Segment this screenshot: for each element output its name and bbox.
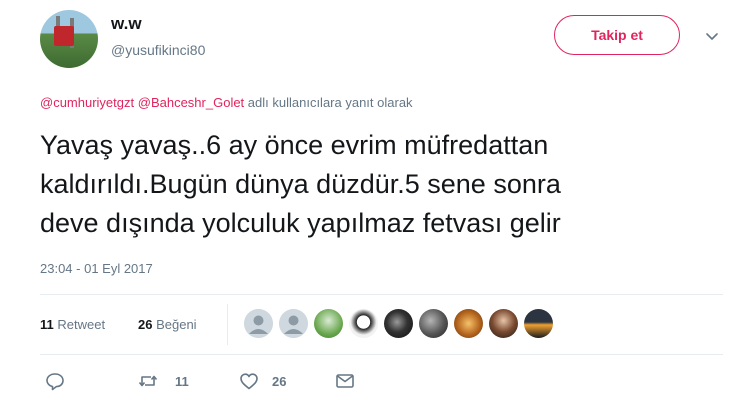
like-stat-label: Beğeni: [156, 317, 197, 332]
retweet-count: 11: [175, 374, 189, 389]
message-icon[interactable]: [334, 370, 356, 392]
retweet-stat-count: 11: [40, 317, 54, 332]
liker-avatar[interactable]: [419, 309, 448, 338]
stats-divider: [227, 304, 228, 345]
likers-avatars: [244, 309, 553, 338]
liker-avatar[interactable]: [244, 309, 273, 338]
liker-avatar[interactable]: [384, 309, 413, 338]
liker-avatar[interactable]: [524, 309, 553, 338]
timestamp[interactable]: 23:04 - 01 Eyl 2017: [40, 261, 153, 276]
reply-icon[interactable]: [44, 370, 66, 392]
reply-context: @cumhuriyetgzt @Bahceshr_Golet adlı kull…: [40, 95, 413, 110]
retweet-stat[interactable]: 11 Retweet: [40, 317, 105, 332]
avatar-detail: [54, 26, 74, 46]
liker-avatar[interactable]: [314, 309, 343, 338]
reply-context-text: adlı kullanıcılara yanıt olarak: [247, 95, 413, 110]
divider: [40, 354, 723, 355]
avatar[interactable]: [40, 10, 98, 68]
liker-avatar[interactable]: [279, 309, 308, 338]
liker-avatar[interactable]: [349, 309, 378, 338]
user-handle[interactable]: @yusufikinci80: [111, 42, 205, 58]
mention-link[interactable]: @cumhuriyetgzt: [40, 95, 134, 110]
caret-down-icon[interactable]: [702, 26, 722, 46]
tweet-text: Yavaş yavaş..6 ay önce evrim müfredattan…: [40, 130, 561, 238]
follow-button[interactable]: Takip et: [554, 15, 680, 55]
retweet-icon[interactable]: [137, 370, 159, 392]
heart-icon[interactable]: [238, 370, 260, 392]
divider: [40, 294, 723, 295]
retweet-stat-label: Retweet: [57, 317, 106, 332]
like-count: 26: [272, 374, 287, 389]
like-stat[interactable]: 26 Beğeni: [138, 317, 197, 332]
liker-avatar[interactable]: [489, 309, 518, 338]
mention-link[interactable]: @Bahceshr_Golet: [138, 95, 244, 110]
liker-avatar[interactable]: [454, 309, 483, 338]
display-name[interactable]: w.w: [111, 14, 142, 34]
like-stat-count: 26: [138, 317, 153, 332]
